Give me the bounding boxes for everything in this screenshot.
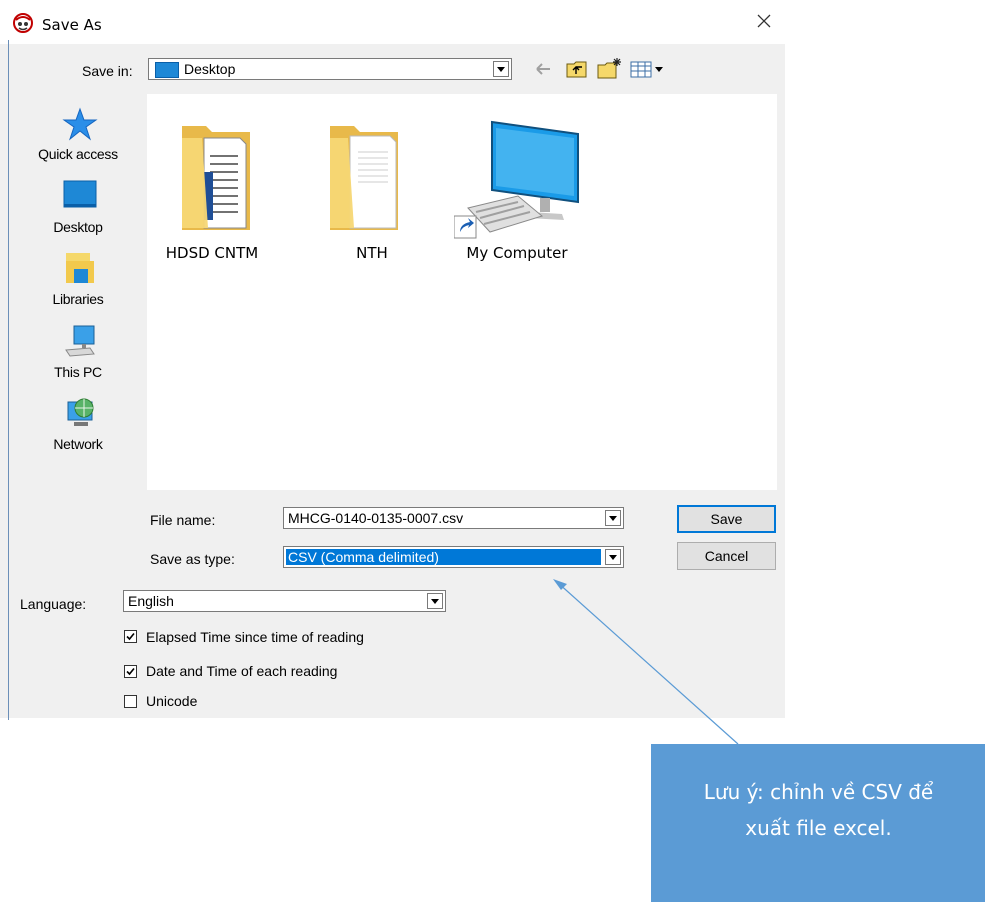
annotation-callout: Lưu ý: chỉnh về CSV để xuất file excel. (651, 744, 985, 902)
callout-line-2: xuất file excel. (745, 816, 892, 840)
callout-line-1: Lưu ý: chỉnh về CSV để (703, 780, 934, 804)
